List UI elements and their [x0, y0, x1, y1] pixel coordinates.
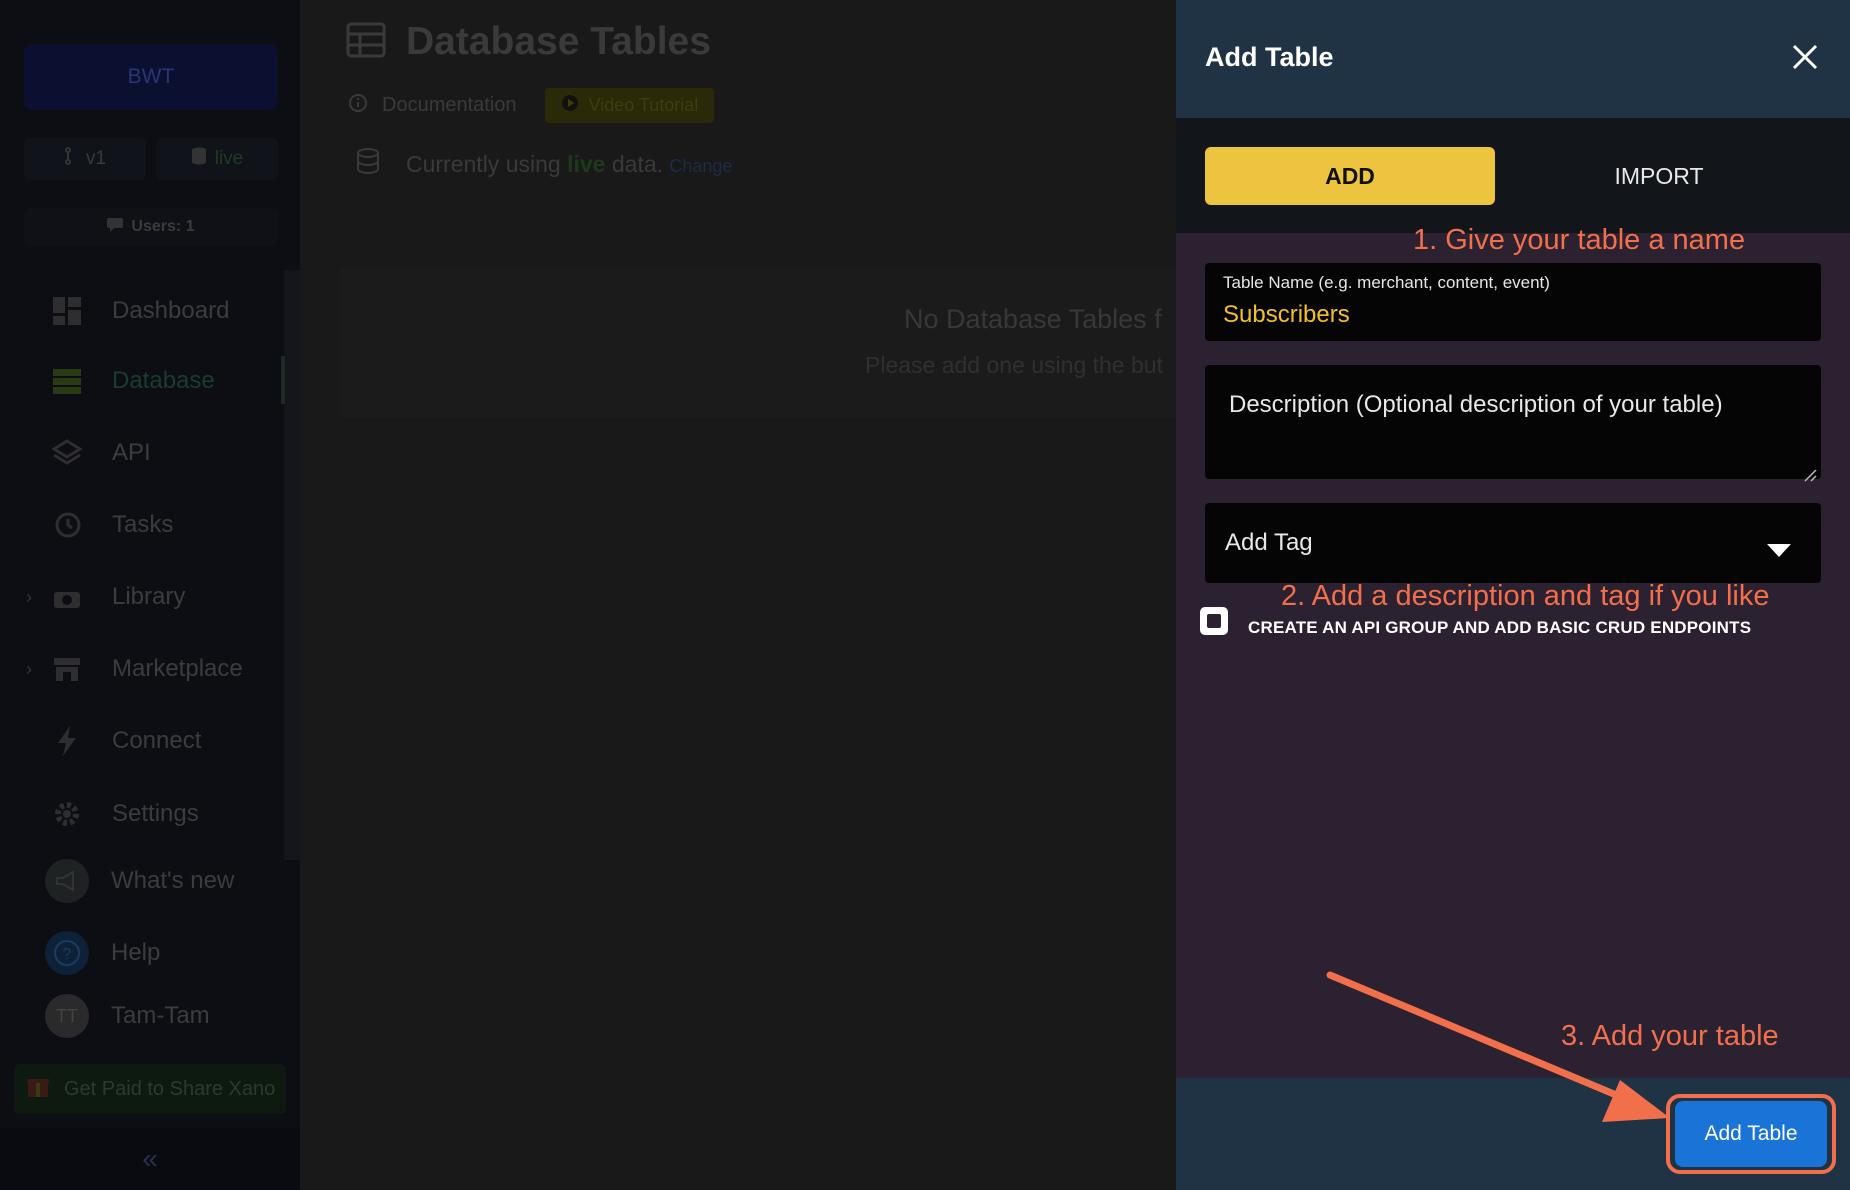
- annotation-arrow-icon: [1326, 971, 1670, 1122]
